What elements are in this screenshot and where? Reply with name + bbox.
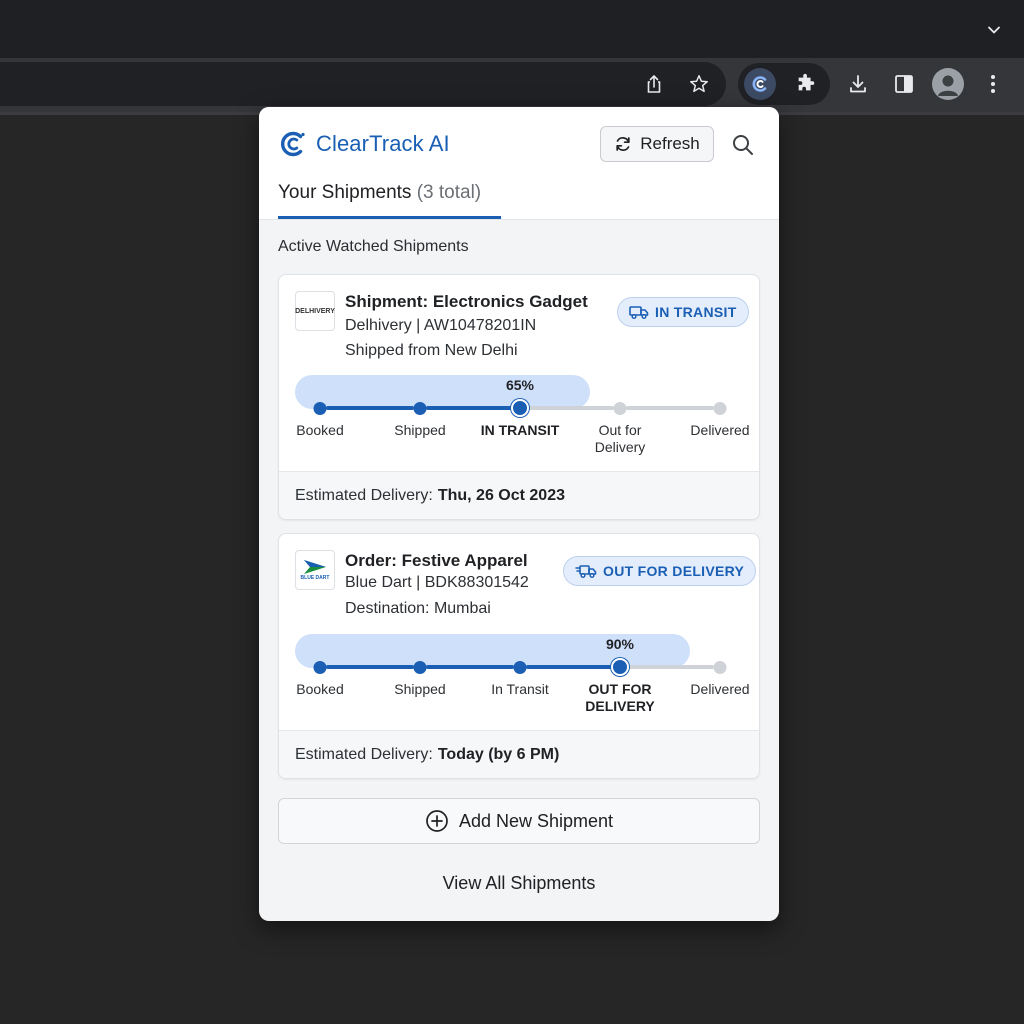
- section-label: Active Watched Shipments: [278, 238, 469, 255]
- extension-popup: ClearTrack AI Refresh Your Shipments (3 …: [259, 107, 779, 921]
- location-line: Destination: Mumbai: [345, 600, 491, 617]
- progress-fill: [295, 375, 590, 409]
- step-dot: [611, 658, 629, 676]
- extension-group: [738, 63, 830, 105]
- eta-label: Estimated Delivery:: [295, 486, 433, 504]
- step-label: Delivered: [690, 681, 750, 697]
- progress-percent: 90%: [605, 636, 635, 652]
- blue-dart-logo: BLUE DART: [295, 550, 335, 590]
- brand: ClearTrack AI: [278, 129, 450, 159]
- delhivery-logo-text: DELHIVERY: [295, 307, 335, 315]
- status-text: IN TRANSIT: [655, 304, 737, 320]
- refresh-label: Refresh: [640, 134, 700, 153]
- puzzle-extensions-icon[interactable]: [790, 68, 822, 100]
- step-dot: [413, 401, 427, 415]
- step-label: Booked: [296, 681, 344, 697]
- brand-name: ClearTrack AI: [316, 131, 450, 156]
- carrier-tracking-line: Delhivery | AW10478201IN: [345, 317, 537, 334]
- progress-segment: [626, 406, 714, 410]
- download-icon[interactable]: [842, 68, 874, 100]
- more-menu-icon[interactable]: [977, 68, 1009, 100]
- step-dot: [513, 660, 527, 674]
- share-icon[interactable]: [638, 68, 670, 100]
- popup-header: ClearTrack AI Refresh Your Shipments (3 …: [259, 107, 779, 220]
- delivery-truck-icon: [575, 565, 597, 579]
- progress-tracker: 90% Booked Shipped In Transit OUT FOR DELIVER…: [295, 634, 750, 724]
- tab-title-label: Your Shipments: [278, 182, 412, 203]
- shipment-title: Order: Festive Apparel: [345, 551, 528, 570]
- progress-segment: [526, 665, 614, 669]
- progress-percent: 65%: [505, 377, 535, 393]
- chevron-down-icon[interactable]: [986, 22, 1002, 38]
- refresh-icon: [616, 137, 630, 151]
- step-dot: [413, 660, 427, 674]
- step-label: IN TRANSIT: [480, 422, 560, 438]
- shipment-card[interactable]: DELHIVERY Shipment: Electronics Gadget D…: [278, 274, 760, 520]
- location-line: Shipped from New Delhi: [345, 342, 518, 359]
- progress-tracker: 65% Booked Shipped IN TRANSIT Out for Deliver…: [295, 375, 750, 465]
- truck-icon: [629, 306, 649, 320]
- progress-segment: [626, 665, 714, 669]
- shipment-card[interactable]: BLUE DART Order: Festive Apparel Blue Da…: [278, 533, 760, 779]
- step-dot: [713, 660, 727, 674]
- progress-segment: [426, 665, 514, 669]
- step-label: Delivered: [690, 422, 750, 438]
- eta-value: Today (by 6 PM): [437, 745, 560, 763]
- view-all-shipments-link[interactable]: View All Shipments: [259, 873, 779, 894]
- step-dot: [313, 660, 327, 674]
- progress-segment: [426, 406, 514, 410]
- star-icon[interactable]: [683, 68, 715, 100]
- step-dot: [313, 401, 327, 415]
- step-dot: [713, 401, 727, 415]
- shipment-count: (3 total): [416, 182, 482, 203]
- step-label: In Transit: [491, 681, 549, 697]
- cleartrack-logo-icon: [281, 131, 305, 157]
- step-label: Shipped: [394, 681, 446, 697]
- blue-dart-arrow-icon: [304, 560, 326, 574]
- step-dot: [511, 399, 529, 417]
- estimated-delivery: Estimated Delivery: Today (by 6 PM): [279, 730, 759, 778]
- tab-your-shipments[interactable]: Your Shipments (3 total): [278, 182, 481, 204]
- cleartrack-extension-icon[interactable]: [744, 68, 776, 100]
- shipment-title: Shipment: Electronics Gadget: [345, 292, 588, 311]
- browser-toolbar: [0, 58, 1024, 112]
- delhivery-logo: DELHIVERY: [295, 291, 335, 331]
- progress-segment: [326, 406, 414, 410]
- eta-value: Thu, 26 Oct 2023: [437, 486, 565, 504]
- progress-segment: [326, 665, 414, 669]
- address-bar[interactable]: [0, 62, 726, 106]
- eta-label: Estimated Delivery:: [295, 745, 433, 763]
- add-shipment-label: Add New Shipment: [458, 810, 614, 831]
- blue-dart-logo-text: BLUE DART: [300, 575, 330, 581]
- step-label: Shipped: [394, 422, 446, 438]
- status-text: OUT FOR DELIVERY: [603, 563, 745, 579]
- refresh-button[interactable]: Refresh: [600, 126, 714, 162]
- side-panel-icon[interactable]: [888, 68, 920, 100]
- add-new-shipment-button[interactable]: Add New Shipment: [278, 798, 760, 844]
- browser-tab-strip: [0, 0, 1024, 58]
- plus-circle-icon: [426, 810, 448, 832]
- profile-avatar[interactable]: [932, 68, 964, 100]
- status-badge: IN TRANSIT: [617, 297, 749, 327]
- step-label: Booked: [296, 422, 344, 438]
- step-dot: [613, 401, 627, 415]
- progress-segment: [526, 406, 614, 410]
- carrier-tracking-line: Blue Dart | BDK88301542: [345, 574, 529, 591]
- step-label: Out for Delivery: [594, 422, 646, 455]
- active-tab-indicator: [278, 216, 501, 219]
- estimated-delivery: Estimated Delivery: Thu, 26 Oct 2023: [279, 471, 759, 519]
- search-icon[interactable]: [729, 131, 757, 159]
- status-badge: OUT FOR DELIVERY: [563, 556, 757, 586]
- step-label: OUT FOR DELIVERY: [585, 681, 655, 714]
